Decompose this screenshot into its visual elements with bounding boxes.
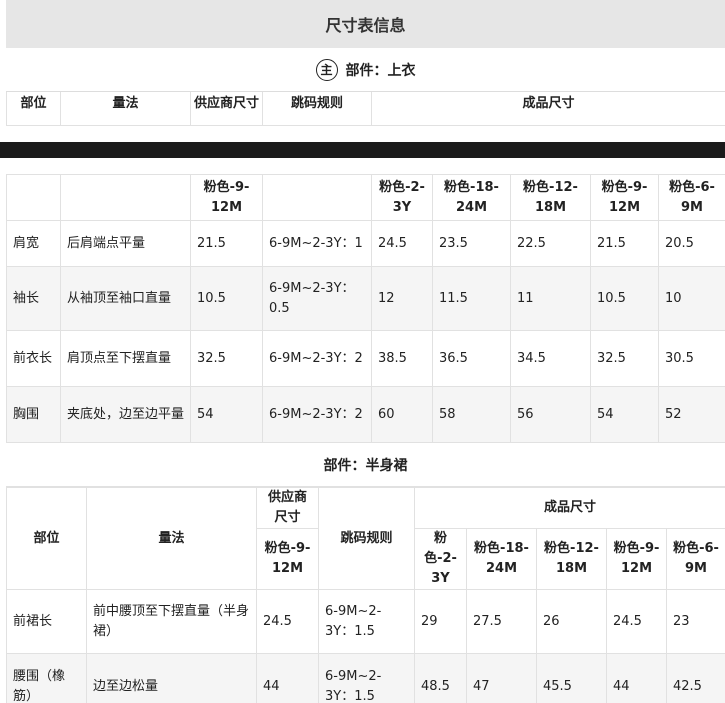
- size-value: 24.5: [606, 589, 667, 654]
- supplier-size: 21.5: [190, 220, 263, 267]
- size-header: 粉色-6-9M: [665, 528, 725, 590]
- size-value: 45.5: [536, 653, 607, 703]
- size-value: 44: [606, 653, 667, 703]
- part-name: 腰围（橡筋）: [6, 653, 87, 703]
- col-header-method: 量法: [86, 487, 257, 590]
- col-header-supplier: 供应商尺寸: [256, 487, 319, 529]
- size-value: 36.5: [432, 330, 511, 387]
- main-badge-icon: 主: [315, 58, 338, 81]
- table-row: 前裙长 前中腰顶至下摆直量（半身裙） 24.5 6-9M~2-3Y：1.5 29…: [6, 589, 725, 654]
- method: 后肩端点平量: [60, 220, 191, 267]
- size-value: 56: [510, 386, 591, 443]
- size-value: 26: [536, 589, 607, 654]
- grading-rule: 6-9M~2-3Y：1.5: [318, 589, 415, 654]
- size-value: 47: [466, 653, 537, 703]
- top-size-table: 粉色-9-12M 粉色-2-3Y 粉色-18-24M 粉色-12-18M 粉色-…: [6, 174, 725, 443]
- part-name: 前裙长: [6, 589, 87, 654]
- size-value: 30.5: [658, 330, 725, 387]
- method: 从袖顶至袖口直量: [60, 266, 191, 331]
- size-header: 粉色-12-18M: [510, 174, 591, 221]
- table-row: 肩宽 后肩端点平量 21.5 6-9M~2-3Y：1 24.5 23.5 22.…: [6, 220, 725, 267]
- col-header-finished: 成品尺寸: [413, 487, 725, 529]
- size-value: 23.5: [432, 220, 511, 267]
- size-header: 粉色-2-3Y: [371, 174, 433, 221]
- size-chart-title: 尺寸表信息: [6, 0, 725, 48]
- size-header: 粉色-9-12M: [256, 528, 319, 590]
- size-value: 20.5: [658, 220, 725, 267]
- size-value: 12: [371, 266, 433, 331]
- header-cell: [262, 174, 372, 221]
- size-header: 粉色-9-12M: [606, 528, 667, 590]
- part-name: 前衣长: [6, 330, 61, 387]
- size-header: 粉色-9-12M: [190, 174, 263, 221]
- grading-rule: 6-9M~2-3Y：0.5: [262, 266, 372, 331]
- method: 前中腰顶至下摆直量（半身裙）: [86, 589, 257, 654]
- method: 夹底处，边至边平量: [60, 386, 191, 443]
- part-header-skirt: 部件：半身裙: [6, 443, 725, 487]
- size-value: 58: [432, 386, 511, 443]
- supplier-size: 44: [256, 653, 319, 703]
- part-label-top: 部件：上衣: [345, 62, 416, 79]
- size-value: 21.5: [590, 220, 659, 267]
- grading-rule: 6-9M~2-3Y：2: [262, 330, 372, 387]
- size-value: 10: [658, 266, 725, 331]
- method: 边至边松量: [86, 653, 257, 703]
- header-cell: [6, 174, 61, 221]
- size-value: 11: [510, 266, 591, 331]
- page-divider: [0, 142, 725, 158]
- size-value: 32.5: [590, 330, 659, 387]
- size-value: 27.5: [466, 589, 537, 654]
- supplier-size: 54: [190, 386, 263, 443]
- size-value: 11.5: [432, 266, 511, 331]
- size-value: 29: [414, 589, 467, 654]
- size-header: 粉色-18-24M: [466, 528, 537, 590]
- size-value: 60: [371, 386, 433, 443]
- header-cell: [60, 174, 191, 221]
- size-header: 粉色-18-24M: [432, 174, 511, 221]
- size-header: 粉色-2-3Y: [414, 528, 467, 590]
- size-value: 34.5: [510, 330, 591, 387]
- size-value: 42.5: [665, 653, 725, 703]
- col-header-part: 部位: [6, 487, 87, 590]
- size-value: 48.5: [414, 653, 467, 703]
- col-header-method: 量法: [60, 92, 191, 126]
- supplier-size: 10.5: [190, 266, 263, 331]
- part-header-top: 主 部件：上衣: [6, 48, 725, 92]
- grading-rule: 6-9M~2-3Y：1: [262, 220, 372, 267]
- top-table-header: 部位 量法 供应商尺寸 跳码规则 成品尺寸: [6, 92, 725, 126]
- col-header-part: 部位: [6, 92, 61, 126]
- size-value: 38.5: [371, 330, 433, 387]
- table-row: 前衣长 肩顶点至下摆直量 32.5 6-9M~2-3Y：2 38.5 36.5 …: [6, 330, 725, 387]
- method: 肩顶点至下摆直量: [60, 330, 191, 387]
- grading-rule: 6-9M~2-3Y：2: [262, 386, 372, 443]
- size-header: 粉色-6-9M: [658, 174, 725, 221]
- grading-rule: 6-9M~2-3Y：1.5: [318, 653, 415, 703]
- table-row: 腰围（橡筋） 边至边松量 44 6-9M~2-3Y：1.5 48.5 47 45…: [6, 653, 725, 703]
- size-value: 23: [665, 589, 725, 654]
- table-row: 袖长 从袖顶至袖口直量 10.5 6-9M~2-3Y：0.5 12 11.5 1…: [6, 266, 725, 331]
- col-header-finished: 成品尺寸: [371, 92, 725, 126]
- table-row: 胸围 夹底处，边至边平量 54 6-9M~2-3Y：2 60 58 56 54 …: [6, 386, 725, 443]
- part-name: 袖长: [6, 266, 61, 331]
- size-value: 24.5: [371, 220, 433, 267]
- size-header: 粉色-9-12M: [590, 174, 659, 221]
- supplier-size: 32.5: [190, 330, 263, 387]
- col-header-rule: 跳码规则: [262, 92, 372, 126]
- part-name: 胸围: [6, 386, 61, 443]
- size-value: 10.5: [590, 266, 659, 331]
- col-header-supplier: 供应商尺寸: [190, 92, 263, 126]
- part-name: 肩宽: [6, 220, 61, 267]
- size-value: 54: [590, 386, 659, 443]
- size-header: 粉色-12-18M: [536, 528, 607, 590]
- size-value: 22.5: [510, 220, 591, 267]
- col-header-rule: 跳码规则: [318, 487, 415, 590]
- supplier-size: 24.5: [256, 589, 319, 654]
- size-value: 52: [658, 386, 725, 443]
- skirt-size-table: 部位 量法 供应商尺寸 跳码规则 成品尺寸 粉色-9-12M 粉色-2-3Y 粉…: [6, 487, 725, 703]
